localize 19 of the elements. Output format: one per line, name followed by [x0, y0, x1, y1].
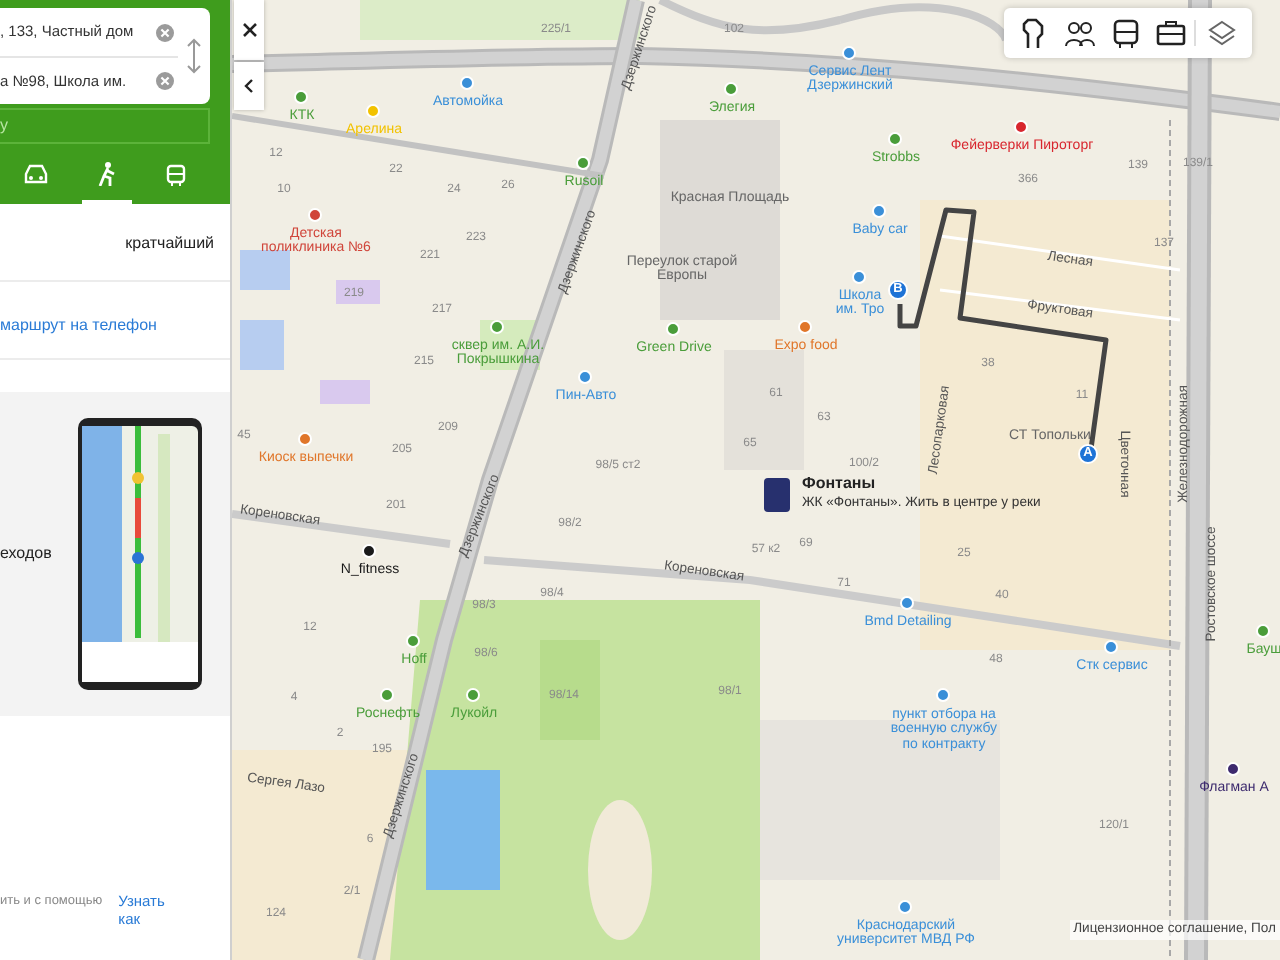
logo-icon [764, 477, 790, 512]
people-icon[interactable] [1064, 19, 1096, 47]
pedestrian-icon[interactable] [97, 162, 116, 186]
send-to-phone-link[interactable]: маршрут на телефон [0, 282, 230, 360]
chevron-left-icon[interactable] [244, 78, 254, 94]
route-hint: у [0, 108, 210, 144]
place-title: Фонтаны [802, 476, 878, 494]
close-icon[interactable] [241, 22, 257, 38]
route-option[interactable]: кратчайший [0, 204, 230, 282]
briefcase-icon[interactable] [1156, 20, 1186, 46]
layers-icon[interactable] [1208, 20, 1236, 46]
car-icon[interactable] [24, 164, 49, 184]
clear-icon[interactable] [156, 23, 174, 41]
clear-icon[interactable] [156, 72, 174, 90]
collapse-panel-button[interactable] [234, 62, 264, 110]
close-button[interactable] [234, 0, 264, 60]
promo-text: еходов [0, 542, 52, 566]
swap-icon[interactable] [186, 38, 202, 74]
bus-icon[interactable] [1112, 18, 1140, 48]
